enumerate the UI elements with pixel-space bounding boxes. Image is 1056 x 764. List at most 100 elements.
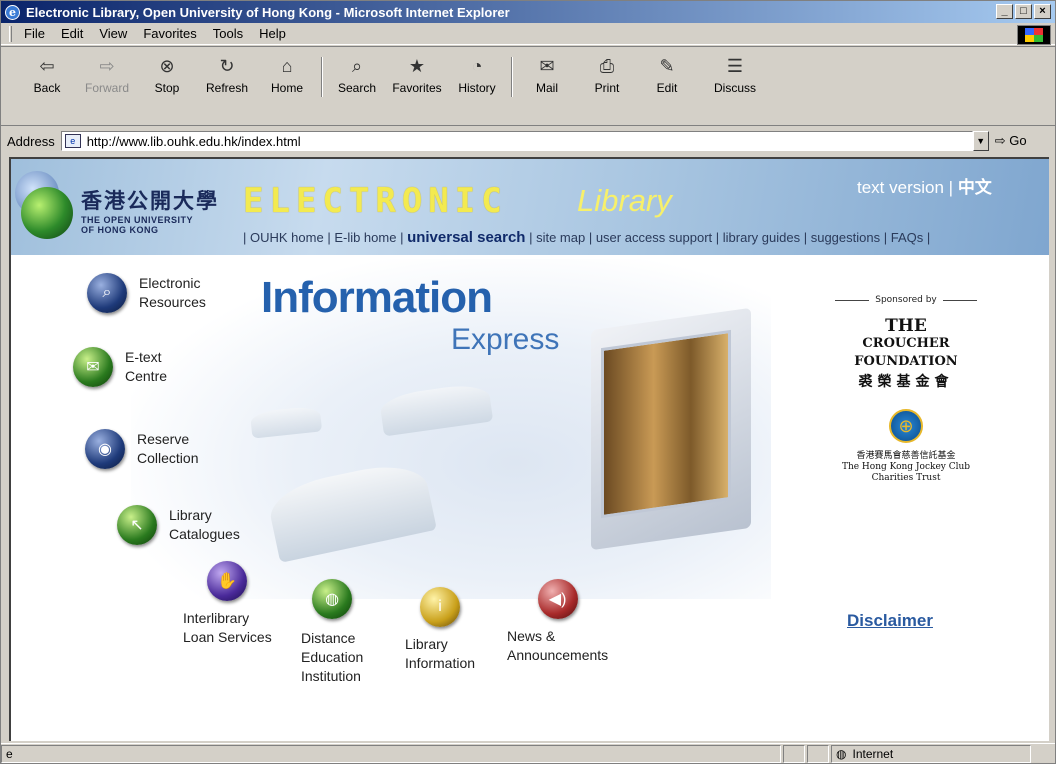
ie-logo-icon: e <box>5 4 20 20</box>
info-icon: i <box>420 587 461 627</box>
distance-education-link[interactable]: ◍ Distance Education Institution <box>301 579 363 686</box>
jockey-club-emblem-icon[interactable]: ⊕ <box>889 409 923 443</box>
back-arrow-icon: ⇦ <box>39 55 55 76</box>
menu-view[interactable]: View <box>91 26 135 41</box>
hero-subtitle: Express <box>451 323 560 356</box>
menu-favorites[interactable]: Favorites <box>135 26 204 41</box>
refresh-button[interactable]: ↻ Refresh <box>199 53 255 96</box>
print-button[interactable]: ⎙ Print <box>579 53 635 96</box>
print-icon: ⎙ <box>599 55 615 76</box>
magnifier-icon: ⌕ <box>87 273 127 313</box>
croucher-foundation-logo[interactable]: THE CROUCHER FOUNDATION 裘榮基金會 <box>821 317 991 391</box>
catalogue-arrow-icon: ↖ <box>117 505 157 545</box>
reserve-collection-link[interactable]: ◉ Reserve Collection <box>85 429 198 469</box>
search-button[interactable]: ⌕ Search <box>329 53 385 96</box>
title-bar[interactable]: e Electronic Library, Open University of… <box>1 1 1055 23</box>
menu-grip <box>9 25 12 42</box>
window-title: Electronic Library, Open University of H… <box>26 4 510 20</box>
home-icon: ⌂ <box>281 55 293 76</box>
menu-file[interactable]: File <box>16 26 53 41</box>
zone-label: Internet <box>852 747 894 761</box>
maximize-button[interactable]: □ <box>1015 4 1032 19</box>
nav-user-access-support[interactable]: user access support <box>596 230 712 245</box>
ouhk-logo-globe[interactable] <box>21 187 73 239</box>
minimize-button[interactable]: _ <box>996 4 1013 19</box>
nav-library-guides[interactable]: library guides <box>723 230 800 245</box>
hero-title: Information <box>261 273 493 322</box>
internet-zone-icon: ◍ <box>836 747 847 761</box>
back-button[interactable]: ⇦ Back <box>19 53 75 96</box>
page-status-icon: e <box>6 747 13 761</box>
status-text-pane: e <box>1 745 781 763</box>
etext-icon: ✉ <box>73 347 113 387</box>
mail-icon: ✉ <box>539 55 555 76</box>
history-button[interactable]: ◔ History <box>449 53 505 96</box>
toolbar-separator <box>321 57 323 97</box>
news-announcements-link[interactable]: ◀) News & Announcements <box>507 579 608 665</box>
security-zone-pane: ◍ Internet <box>831 745 1031 763</box>
text-version-link[interactable]: text version <box>857 178 944 197</box>
discuss-icon: ☰ <box>726 55 744 76</box>
status-pane <box>783 745 805 763</box>
go-button[interactable]: ⇨ Go <box>995 133 1027 149</box>
speaker-icon: ◀) <box>537 579 578 619</box>
hero-image: Information Express <box>131 259 771 599</box>
etext-centre-link[interactable]: ✉ E-text Centre <box>73 347 167 387</box>
forward-arrow-icon: ⇨ <box>99 55 115 76</box>
favorites-icon: ★ <box>408 55 426 76</box>
interlibrary-loan-link[interactable]: ✋ Interlibrary Loan Services <box>183 561 272 647</box>
mail-button[interactable]: ✉ Mail <box>519 53 575 96</box>
history-icon: ◔ <box>471 55 483 76</box>
nav-site-map[interactable]: site map <box>536 230 585 245</box>
edit-icon: ✎ <box>659 55 675 76</box>
address-input[interactable]: e http://www.lib.ouhk.edu.hk/index.html <box>60 131 973 151</box>
nav-suggestions[interactable]: suggestions <box>811 230 880 245</box>
disclaimer-link[interactable]: Disclaimer <box>847 611 933 631</box>
library-information-link[interactable]: i Library Information <box>405 587 475 673</box>
edit-button[interactable]: ✎ Edit <box>639 53 695 96</box>
browser-window: e Electronic Library, Open University of… <box>0 0 1056 764</box>
electronic-wordmark: ELECTRONIC <box>243 181 508 221</box>
address-label: Address <box>7 133 55 149</box>
library-catalogues-link[interactable]: ↖ Library Catalogues <box>117 505 240 545</box>
nav-universal-search[interactable]: universal search <box>407 229 525 246</box>
site-nav: | OUHK home | E-lib home | universal sea… <box>243 229 931 246</box>
electronic-resources-link[interactable]: ⌕ Electronic Resources <box>87 273 206 313</box>
address-url: http://www.lib.ouhk.edu.hk/index.html <box>86 133 301 149</box>
reserve-disc-icon: ◉ <box>85 429 125 469</box>
menu-tools[interactable]: Tools <box>205 26 251 41</box>
site-banner: 香港公開大學 THE OPEN UNIVERSITY OF HONG KONG … <box>11 159 1049 255</box>
nav-ouhk-home[interactable]: OUHK home <box>250 230 324 245</box>
home-button[interactable]: ⌂ Home <box>259 53 315 96</box>
globe-icon: ◍ <box>312 579 353 619</box>
close-button[interactable]: × <box>1034 4 1051 19</box>
address-bar: Address e http://www.lib.ouhk.edu.hk/ind… <box>1 128 1055 154</box>
handshake-icon: ✋ <box>207 561 248 601</box>
nav-faqs[interactable]: FAQs <box>891 230 924 245</box>
ouhk-english-name: THE OPEN UNIVERSITY OF HONG KONG <box>81 215 194 235</box>
jockey-club-name: 香港賽馬會慈善信託基金 The Hong Kong Jockey Club Ch… <box>841 451 971 483</box>
search-icon: ⌕ <box>351 55 363 76</box>
stop-button[interactable]: ⊗ Stop <box>139 53 195 96</box>
discuss-button[interactable]: ☰ Discuss <box>707 53 763 96</box>
library-wordmark: Library <box>577 183 672 218</box>
status-bar: e ◍ Internet <box>1 743 1055 764</box>
favorites-button[interactable]: ★ Favorites <box>389 53 445 96</box>
stop-icon: ⊗ <box>159 55 175 76</box>
page-icon: e <box>64 134 81 148</box>
nav-elib-home[interactable]: E-lib home <box>334 230 396 245</box>
menu-edit[interactable]: Edit <box>53 26 91 41</box>
standard-toolbar: ⇦ Back ⇨ Forward ⊗ Stop ↻ Refresh ⌂ Home ⌕ Sea… <box>1 46 1055 126</box>
address-dropdown-button[interactable]: ▼ <box>972 131 989 151</box>
language-links: text version | 中文 <box>857 178 992 197</box>
chinese-version-link[interactable]: 中文 <box>958 178 992 197</box>
monitor-screen-bookshelf <box>601 329 731 519</box>
toolbar-separator <box>511 57 513 97</box>
status-pane <box>807 745 829 763</box>
page-viewport: 香港公開大學 THE OPEN UNIVERSITY OF HONG KONG … <box>9 157 1049 741</box>
forward-button[interactable]: ⇨ Forward <box>79 53 135 96</box>
menu-bar: File Edit View Favorites Tools Help <box>1 23 1055 45</box>
menu-help[interactable]: Help <box>251 26 294 41</box>
ouhk-chinese-name: 香港公開大學 <box>81 188 219 213</box>
go-arrow-icon: ⇨ <box>994 133 1010 148</box>
